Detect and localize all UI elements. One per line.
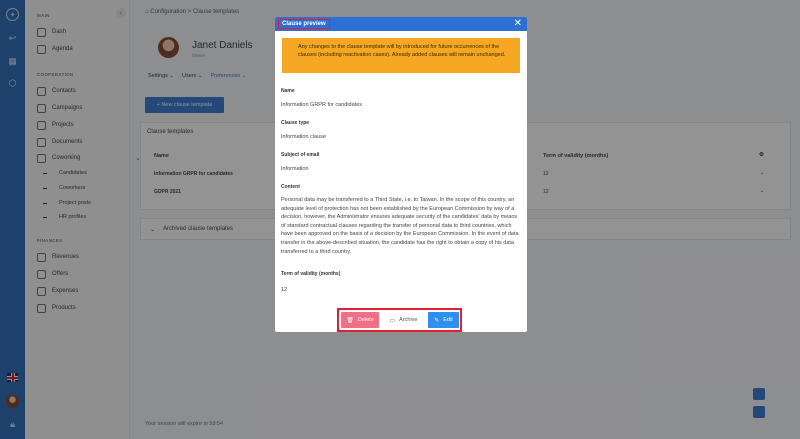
- edit-button[interactable]: ✎ Edit: [428, 312, 459, 328]
- close-icon[interactable]: ✕: [514, 18, 522, 30]
- name-value: Information GRPR for candidates: [281, 102, 363, 108]
- term-label: Term of validity (months): [281, 271, 341, 277]
- content-value: Personal data may be transferred to a Th…: [281, 197, 519, 255]
- modal-title: Clause preview: [278, 19, 330, 29]
- clause-preview-modal: Clause preview ✕ Any changes to the clau…: [275, 17, 527, 332]
- delete-button[interactable]: 🗑︎ Delete: [341, 312, 379, 328]
- pencil-icon: ✎: [434, 317, 440, 324]
- term-value: 12: [281, 287, 288, 293]
- archive-icon: ▭: [389, 317, 396, 324]
- clause-type-label: Clause type: [281, 120, 310, 126]
- subject-label: Subject of email: [281, 152, 320, 158]
- clause-type-value: Information clause: [281, 134, 326, 140]
- warning-alert: Any changes to the clause template will …: [282, 38, 520, 73]
- trash-icon: 🗑︎: [346, 317, 354, 324]
- modal-header: Clause preview ✕: [275, 17, 527, 31]
- name-label: Name: [281, 88, 295, 94]
- subject-value: Information: [281, 166, 309, 172]
- content-label: Content: [281, 184, 300, 190]
- archive-button[interactable]: ▭ Archive: [382, 312, 425, 328]
